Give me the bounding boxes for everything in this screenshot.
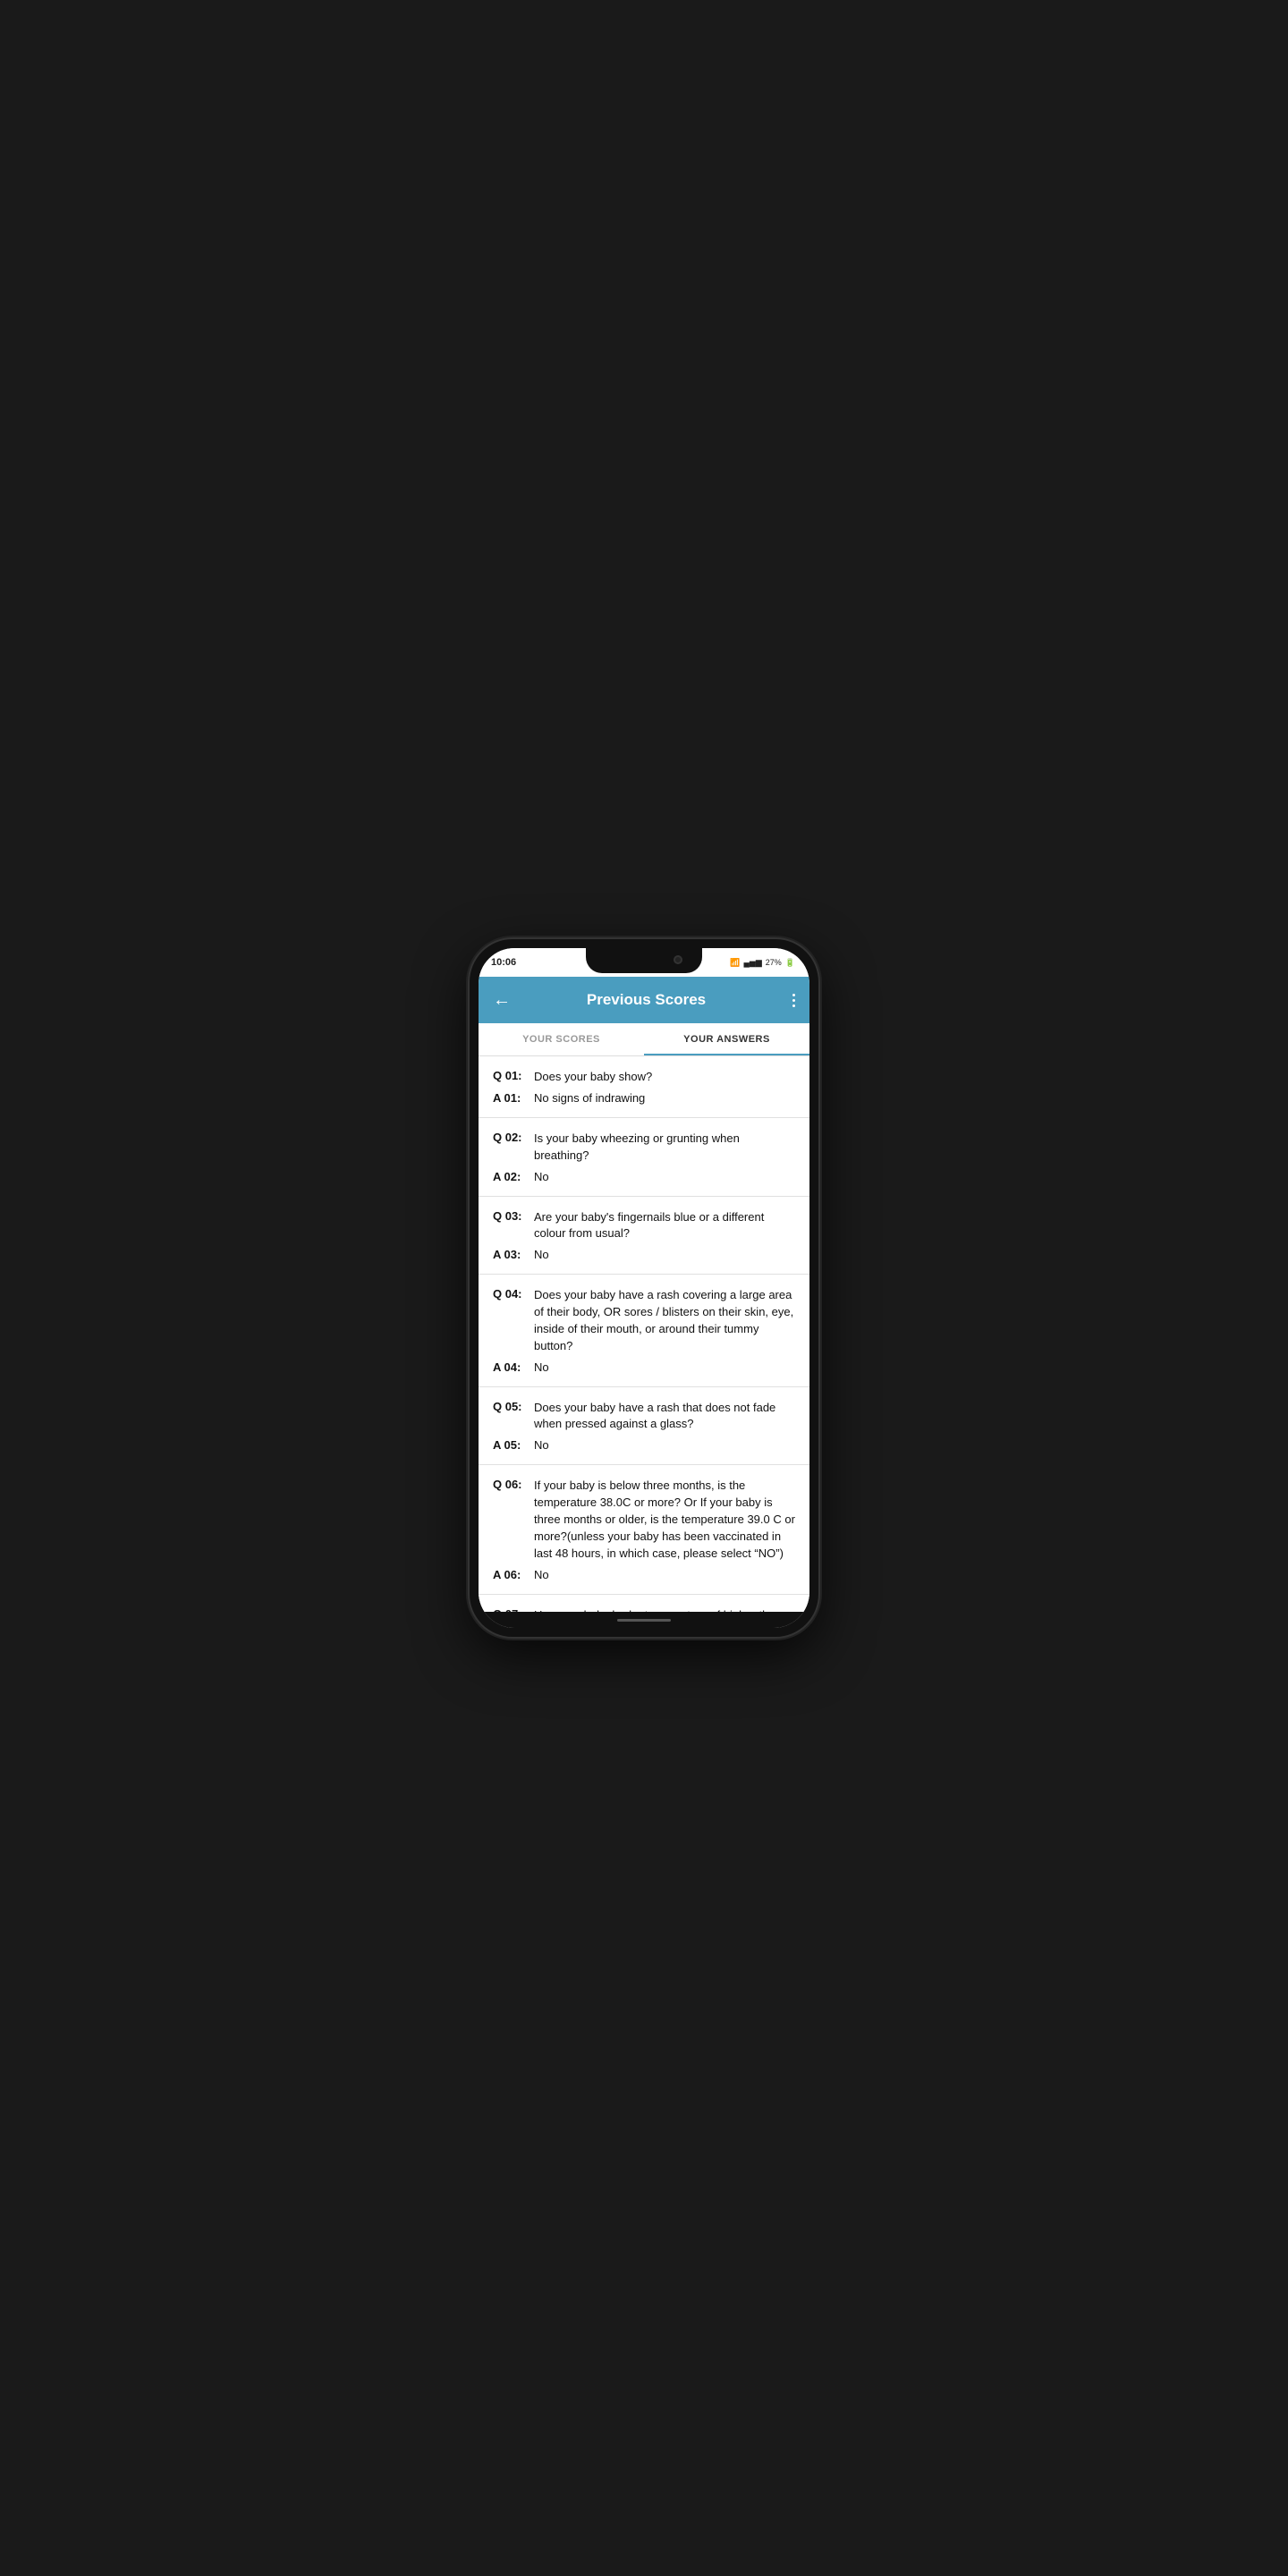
qa-item-02: Q 02: Is your baby wheezing or grunting … [479, 1118, 809, 1197]
q-label-06: Q 06: [493, 1478, 534, 1562]
signal-icon: ▄▅▆ [744, 958, 762, 968]
phone-frame: 10:06 📶 ▄▅▆ 27% 🔋 ← Previous Scores YOUR… [470, 939, 818, 1637]
a-label-02: A 02: [493, 1170, 534, 1183]
app-header: ← Previous Scores [479, 977, 809, 1023]
q-text-01: Does your baby show? [534, 1069, 652, 1086]
a-label-06: A 06: [493, 1568, 534, 1581]
dot-3 [792, 1004, 795, 1007]
dot-2 [792, 999, 795, 1002]
qa-item-04: Q 04: Does your baby have a rash coverin… [479, 1275, 809, 1386]
q-label-03: Q 03: [493, 1209, 534, 1243]
qa-item-01: Q 01: Does your baby show? A 01: No sign… [479, 1056, 809, 1118]
phone-notch [586, 948, 702, 973]
q-label-05: Q 05: [493, 1400, 534, 1434]
qa-item-06: Q 06: If your baby is below three months… [479, 1465, 809, 1594]
status-icons: 📶 ▄▅▆ 27% 🔋 [730, 958, 795, 968]
a-text-01: No signs of indrawing [534, 1091, 645, 1105]
answers-content[interactable]: Q 01: Does your baby show? A 01: No sign… [479, 1056, 809, 1612]
qa-item-03: Q 03: Are your baby's fingernails blue o… [479, 1197, 809, 1275]
a-text-05: No [534, 1438, 549, 1452]
home-indicator [617, 1619, 671, 1622]
a-text-03: No [534, 1248, 549, 1261]
bottom-nav-bar [479, 1612, 809, 1628]
tab-your-scores[interactable]: YOUR SCORES [479, 1023, 644, 1055]
a-text-06: No [534, 1568, 549, 1581]
dot-1 [792, 994, 795, 996]
answer-02: A 02: No [493, 1170, 795, 1183]
q-text-02: Is your baby wheezing or grunting when b… [534, 1131, 795, 1165]
a-text-04: No [534, 1360, 549, 1374]
question-05: Q 05: Does your baby have a rash that do… [493, 1400, 795, 1434]
status-time: 10:06 [491, 957, 516, 968]
qa-item-07: Q 07: Has your baby had a temperature of… [479, 1595, 809, 1613]
a-label-01: A 01: [493, 1091, 534, 1105]
question-03: Q 03: Are your baby's fingernails blue o… [493, 1209, 795, 1243]
more-options-button[interactable] [792, 994, 795, 1007]
q-text-05: Does your baby have a rash that does not… [534, 1400, 795, 1434]
a-label-03: A 03: [493, 1248, 534, 1261]
answer-04: A 04: No [493, 1360, 795, 1374]
tabs-container: YOUR SCORES YOUR ANSWERS [479, 1023, 809, 1056]
q-label-04: Q 04: [493, 1287, 534, 1354]
q-label-01: Q 01: [493, 1069, 534, 1086]
tab-your-answers[interactable]: YOUR ANSWERS [644, 1023, 809, 1055]
answer-03: A 03: No [493, 1248, 795, 1261]
page-title: Previous Scores [500, 991, 792, 1009]
front-camera [674, 955, 682, 964]
qa-item-05: Q 05: Does your baby have a rash that do… [479, 1387, 809, 1466]
q-label-02: Q 02: [493, 1131, 534, 1165]
question-02: Q 02: Is your baby wheezing or grunting … [493, 1131, 795, 1165]
a-text-02: No [534, 1170, 549, 1183]
q-text-06: If your baby is below three months, is t… [534, 1478, 795, 1562]
answer-05: A 05: No [493, 1438, 795, 1452]
battery-text: 27% [766, 958, 782, 967]
question-06: Q 06: If your baby is below three months… [493, 1478, 795, 1562]
question-04: Q 04: Does your baby have a rash coverin… [493, 1287, 795, 1354]
q-text-03: Are your baby's fingernails blue or a di… [534, 1209, 795, 1243]
phone-screen: 10:06 📶 ▄▅▆ 27% 🔋 ← Previous Scores YOUR… [479, 948, 809, 1628]
q-text-04: Does your baby have a rash covering a la… [534, 1287, 795, 1354]
question-01: Q 01: Does your baby show? [493, 1069, 795, 1086]
answer-06: A 06: No [493, 1568, 795, 1581]
a-label-05: A 05: [493, 1438, 534, 1452]
answer-01: A 01: No signs of indrawing [493, 1091, 795, 1105]
wifi-icon: 📶 [730, 958, 740, 968]
a-label-04: A 04: [493, 1360, 534, 1374]
battery-icon: 🔋 [785, 958, 795, 968]
